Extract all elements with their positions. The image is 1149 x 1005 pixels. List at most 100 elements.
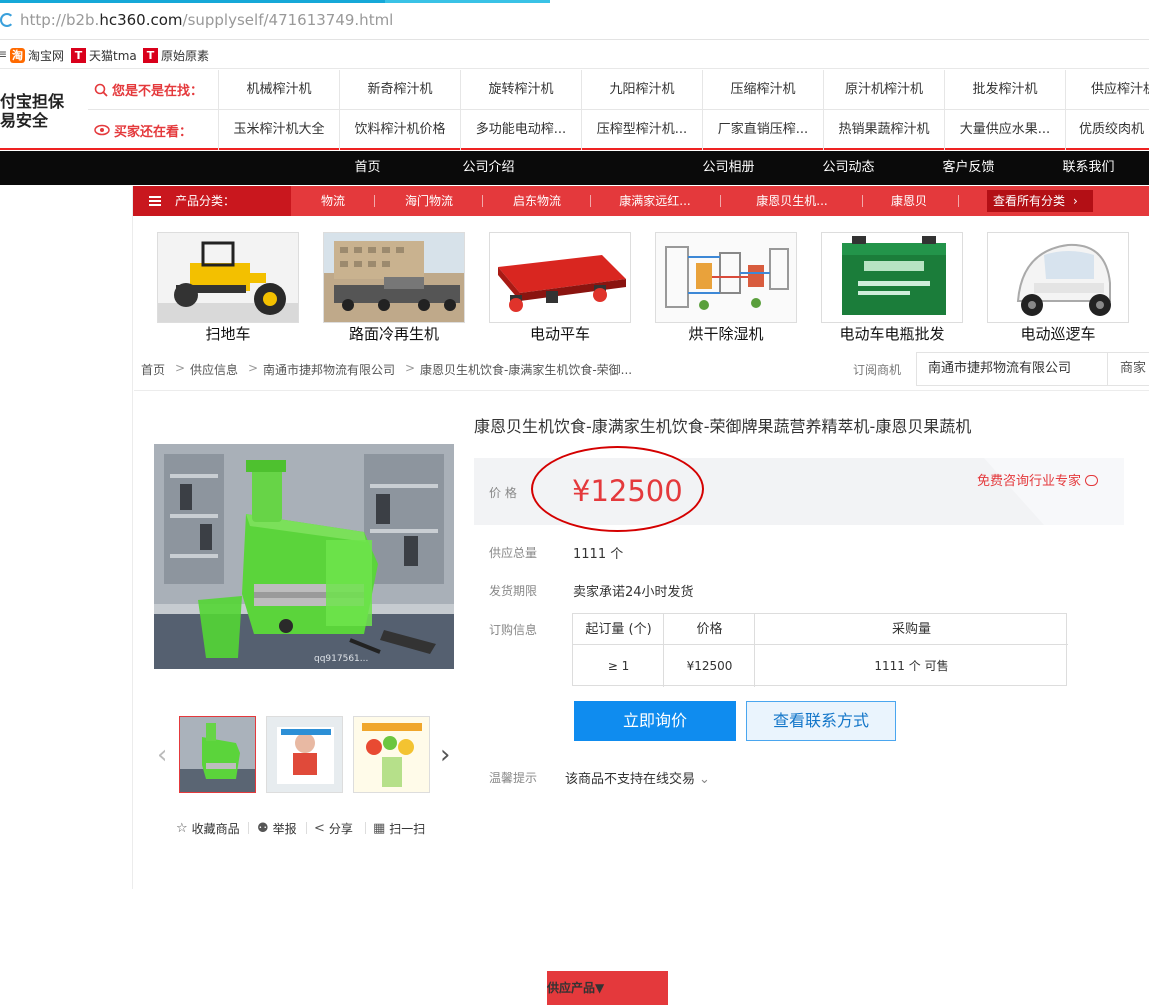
consult-expert-link[interactable]: 免费咨询行业专家 [977, 470, 1099, 489]
category-divider [862, 195, 863, 207]
thumbnail-selected[interactable] [179, 716, 256, 793]
merchant-tab[interactable]: 商家 [1108, 352, 1149, 386]
featured-product-caption[interactable]: 电动车电瓶批发 [811, 323, 973, 344]
also-viewed-link[interactable]: 热销果蔬榨汁机 [823, 110, 944, 150]
bookmark-tmall[interactable]: T 天猫tma [71, 47, 137, 64]
category-link[interactable]: 启东物流 [499, 186, 575, 216]
flat-cart-image[interactable] [489, 232, 631, 323]
chevron-down-icon: ⌄ [699, 772, 710, 787]
breadcrumb-link[interactable]: 供应信息 [190, 361, 238, 378]
bookmark-taobao[interactable]: 淘淘宝网 [10, 47, 64, 64]
chevron-left-icon[interactable]: ‹ [157, 740, 167, 770]
category-link[interactable]: 物流 [303, 186, 363, 216]
nav-album[interactable]: 公司相册 [668, 151, 789, 185]
featured-product-caption[interactable]: 电动巡逻车 [977, 323, 1139, 344]
suggest-link[interactable]: 原汁机榨汁机 [823, 69, 944, 110]
ship-value: 卖家承诺24小时发货 [573, 585, 694, 600]
breadcrumb-link[interactable]: 首页 [141, 361, 165, 378]
suggest-link[interactable]: 旋转榨汁机 [460, 69, 581, 110]
scan-action[interactable]: ▦ 扫一扫 [373, 820, 425, 837]
inquire-button[interactable]: 立即询价 [574, 701, 736, 741]
breadcrumb-separator: > [175, 361, 186, 375]
subscribe-link[interactable]: 订阅商机 [853, 361, 901, 378]
featured-product[interactable]: 电动平车 [489, 232, 631, 343]
bookmarks-overflow[interactable]: ≡ [0, 47, 7, 61]
suggest-link[interactable]: 机械榨汁机 [218, 69, 339, 110]
suggest-link[interactable]: 供应榨汁机 [1065, 69, 1149, 110]
also-viewed-link[interactable]: 压榨型榨汁机... [581, 110, 702, 150]
supply-value: 1111 个 [573, 547, 624, 562]
featured-product[interactable]: 扫地车 [157, 232, 299, 343]
breadcrumb-current: 康恩贝生机饮食-康满家生机饮食-荣御... [420, 363, 633, 377]
ship-label: 发货期限 [489, 584, 538, 598]
address-bar[interactable]: http://b2b.hc360.com/supplyself/47161374… [0, 0, 1149, 40]
nav-products[interactable]: 供应产品▼ [547, 971, 668, 1005]
suggest-link[interactable]: 压缩榨汁机 [702, 69, 823, 110]
thumbnail[interactable] [266, 716, 343, 793]
category-link[interactable]: 海门物流 [391, 186, 467, 216]
breadcrumb: 首页 > 供应信息 > 南通市捷邦物流有限公司 > 康恩贝生机饮食-康满家生机饮… [133, 352, 1149, 386]
featured-product-caption[interactable]: 电动平车 [479, 323, 641, 344]
table-cell: 1111 个 可售 [874, 659, 949, 673]
also-viewed-link[interactable]: 多功能电动榨... [460, 110, 581, 150]
suggest-link[interactable]: 批发榨汁机 [944, 69, 1065, 110]
category-link[interactable]: 康恩贝 [879, 186, 939, 216]
chevron-right-icon: › [1073, 194, 1078, 208]
view-contact-button[interactable]: 查看联系方式 [746, 701, 896, 741]
chat-icon [1085, 475, 1099, 486]
category-divider [958, 195, 959, 207]
nav-feedback[interactable]: 客户反馈 [908, 151, 1029, 185]
company-name-box[interactable]: 南通市捷邦物流有限公司 [916, 352, 1108, 386]
also-viewed-link[interactable]: 大量供应水果... [944, 110, 1065, 150]
report-icon: ⚉ [257, 821, 269, 836]
breadcrumb-link[interactable]: 南通市捷邦物流有限公司 [263, 361, 395, 378]
also-viewed-link[interactable]: 玉米榨汁机大全 [218, 110, 339, 150]
dryer-diagram-image[interactable] [655, 232, 797, 323]
favorite-action[interactable]: ☆ 收藏商品 [176, 820, 240, 837]
featured-product[interactable]: 电动巡逻车 [987, 232, 1129, 343]
suggest-link[interactable]: 新奇榨汁机 [339, 69, 460, 110]
category-divider [482, 195, 483, 207]
featured-product-caption[interactable]: 烘干除湿机 [645, 323, 807, 344]
loading-spinner-icon [0, 13, 14, 27]
nav-contact[interactable]: 联系我们 [1028, 151, 1149, 185]
price-label: 价 格 [489, 486, 517, 500]
featured-product-caption[interactable]: 扫地车 [147, 323, 309, 344]
also-viewed-link[interactable]: 饮料榨汁机价格 [339, 110, 460, 150]
featured-product[interactable]: 电动车电瓶批发 [821, 232, 963, 343]
table-header: 起订量 (个) [573, 614, 664, 645]
featured-product-caption[interactable]: 路面冷再生机 [313, 323, 475, 344]
product-main-image[interactable]: qq917561... [154, 444, 454, 669]
image-watermark: qq917561... [314, 654, 369, 664]
also-viewed-link[interactable]: 优质绞肉机 [1065, 110, 1149, 150]
thumbnail[interactable] [353, 716, 430, 793]
battery-image[interactable] [821, 232, 963, 323]
report-action[interactable]: ⚉ 举报 [257, 820, 297, 837]
nav-news[interactable]: 公司动态 [788, 151, 909, 185]
featured-product[interactable]: 路面冷再生机 [323, 232, 465, 343]
share-action[interactable]: < 分享 [314, 820, 353, 837]
category-link[interactable]: 康满家远红... [607, 186, 703, 216]
url-text[interactable]: http://b2b.hc360.com/supplyself/47161374… [20, 11, 393, 29]
nav-home[interactable]: 首页 [307, 151, 428, 185]
tip-value[interactable]: 该商品不支持在线交易 ⌄ [565, 768, 710, 787]
bookmark-yuanshi[interactable]: T 原始原素 [143, 47, 209, 64]
menu-icon [149, 196, 161, 206]
view-all-categories-button[interactable]: 查看所有分类 › [987, 190, 1093, 212]
road-roller-image[interactable] [157, 232, 299, 323]
featured-product[interactable]: 烘干除湿机 [655, 232, 797, 343]
annotation-oval [531, 446, 704, 532]
action-divider [248, 822, 249, 834]
left-gutter [0, 186, 133, 889]
order-label: 订购信息 [489, 623, 538, 637]
category-link[interactable]: 康恩贝生机... [737, 186, 847, 216]
also-viewed-link[interactable]: 厂家直销压榨... [702, 110, 823, 150]
nav-company[interactable]: 公司介绍 [428, 151, 549, 185]
chevron-right-icon[interactable]: › [440, 740, 450, 770]
table-cell: ≥ 1 [607, 659, 630, 673]
star-icon: ☆ [176, 821, 188, 836]
suggest-link[interactable]: 九阳榨汁机 [581, 69, 702, 110]
road-recycler-image[interactable] [323, 232, 465, 323]
patrol-scooter-image[interactable] [987, 232, 1129, 323]
action-divider [306, 822, 307, 834]
